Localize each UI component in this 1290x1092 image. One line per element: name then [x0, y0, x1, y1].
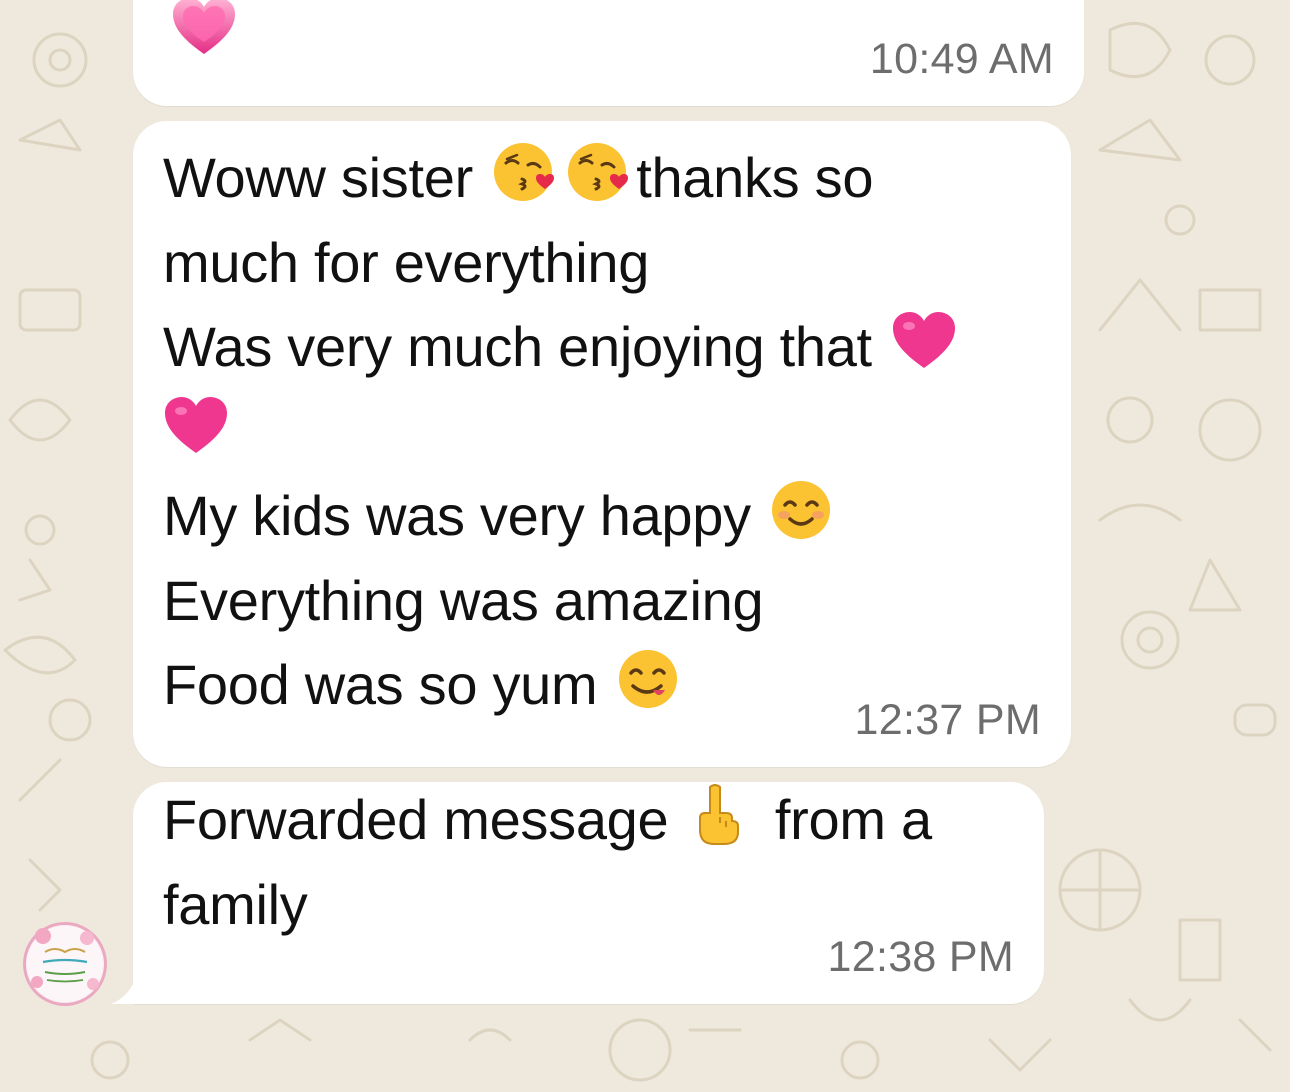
message-bubble[interactable]: 10:49 AM [133, 0, 1084, 106]
sender-avatar[interactable] [23, 922, 107, 1006]
message-bubble[interactable]: Forwarded message from a family 12:38 PM [111, 782, 1044, 1004]
smiling-face-emoji [770, 479, 836, 541]
pink-heart-emoji [891, 310, 957, 372]
message-line: Woww sister thanks so [163, 136, 1071, 221]
message-text: Woww sister thanks so much for everythin… [133, 121, 1071, 728]
message-line: My kids was very happy [163, 474, 1071, 559]
kissing-face-emoji [492, 141, 558, 203]
kissing-face-emoji [566, 141, 632, 203]
floral-calligraphy-avatar [27, 926, 103, 1002]
bubble-tail [111, 980, 135, 1004]
yum-face-emoji [617, 648, 683, 710]
message-timestamp: 12:38 PM [827, 933, 1014, 981]
message-timestamp: 10:49 AM [869, 35, 1054, 83]
index-pointing-up-emoji [692, 783, 746, 845]
message-line: Was very much enjoying that [163, 305, 1071, 390]
message-line: much for everything [163, 230, 650, 294]
message-line [163, 390, 1071, 475]
pink-heart-emoji [163, 395, 229, 457]
growing-heart-emoji [171, 0, 237, 58]
message-line: Forwarded message from a [163, 778, 1044, 863]
message-bubble[interactable]: Woww sister thanks so much for everythin… [133, 121, 1071, 767]
message-text: Forwarded message from a family [133, 778, 1044, 947]
message-line: Everything was amazing [163, 568, 764, 632]
message-timestamp: 12:37 PM [854, 696, 1041, 744]
